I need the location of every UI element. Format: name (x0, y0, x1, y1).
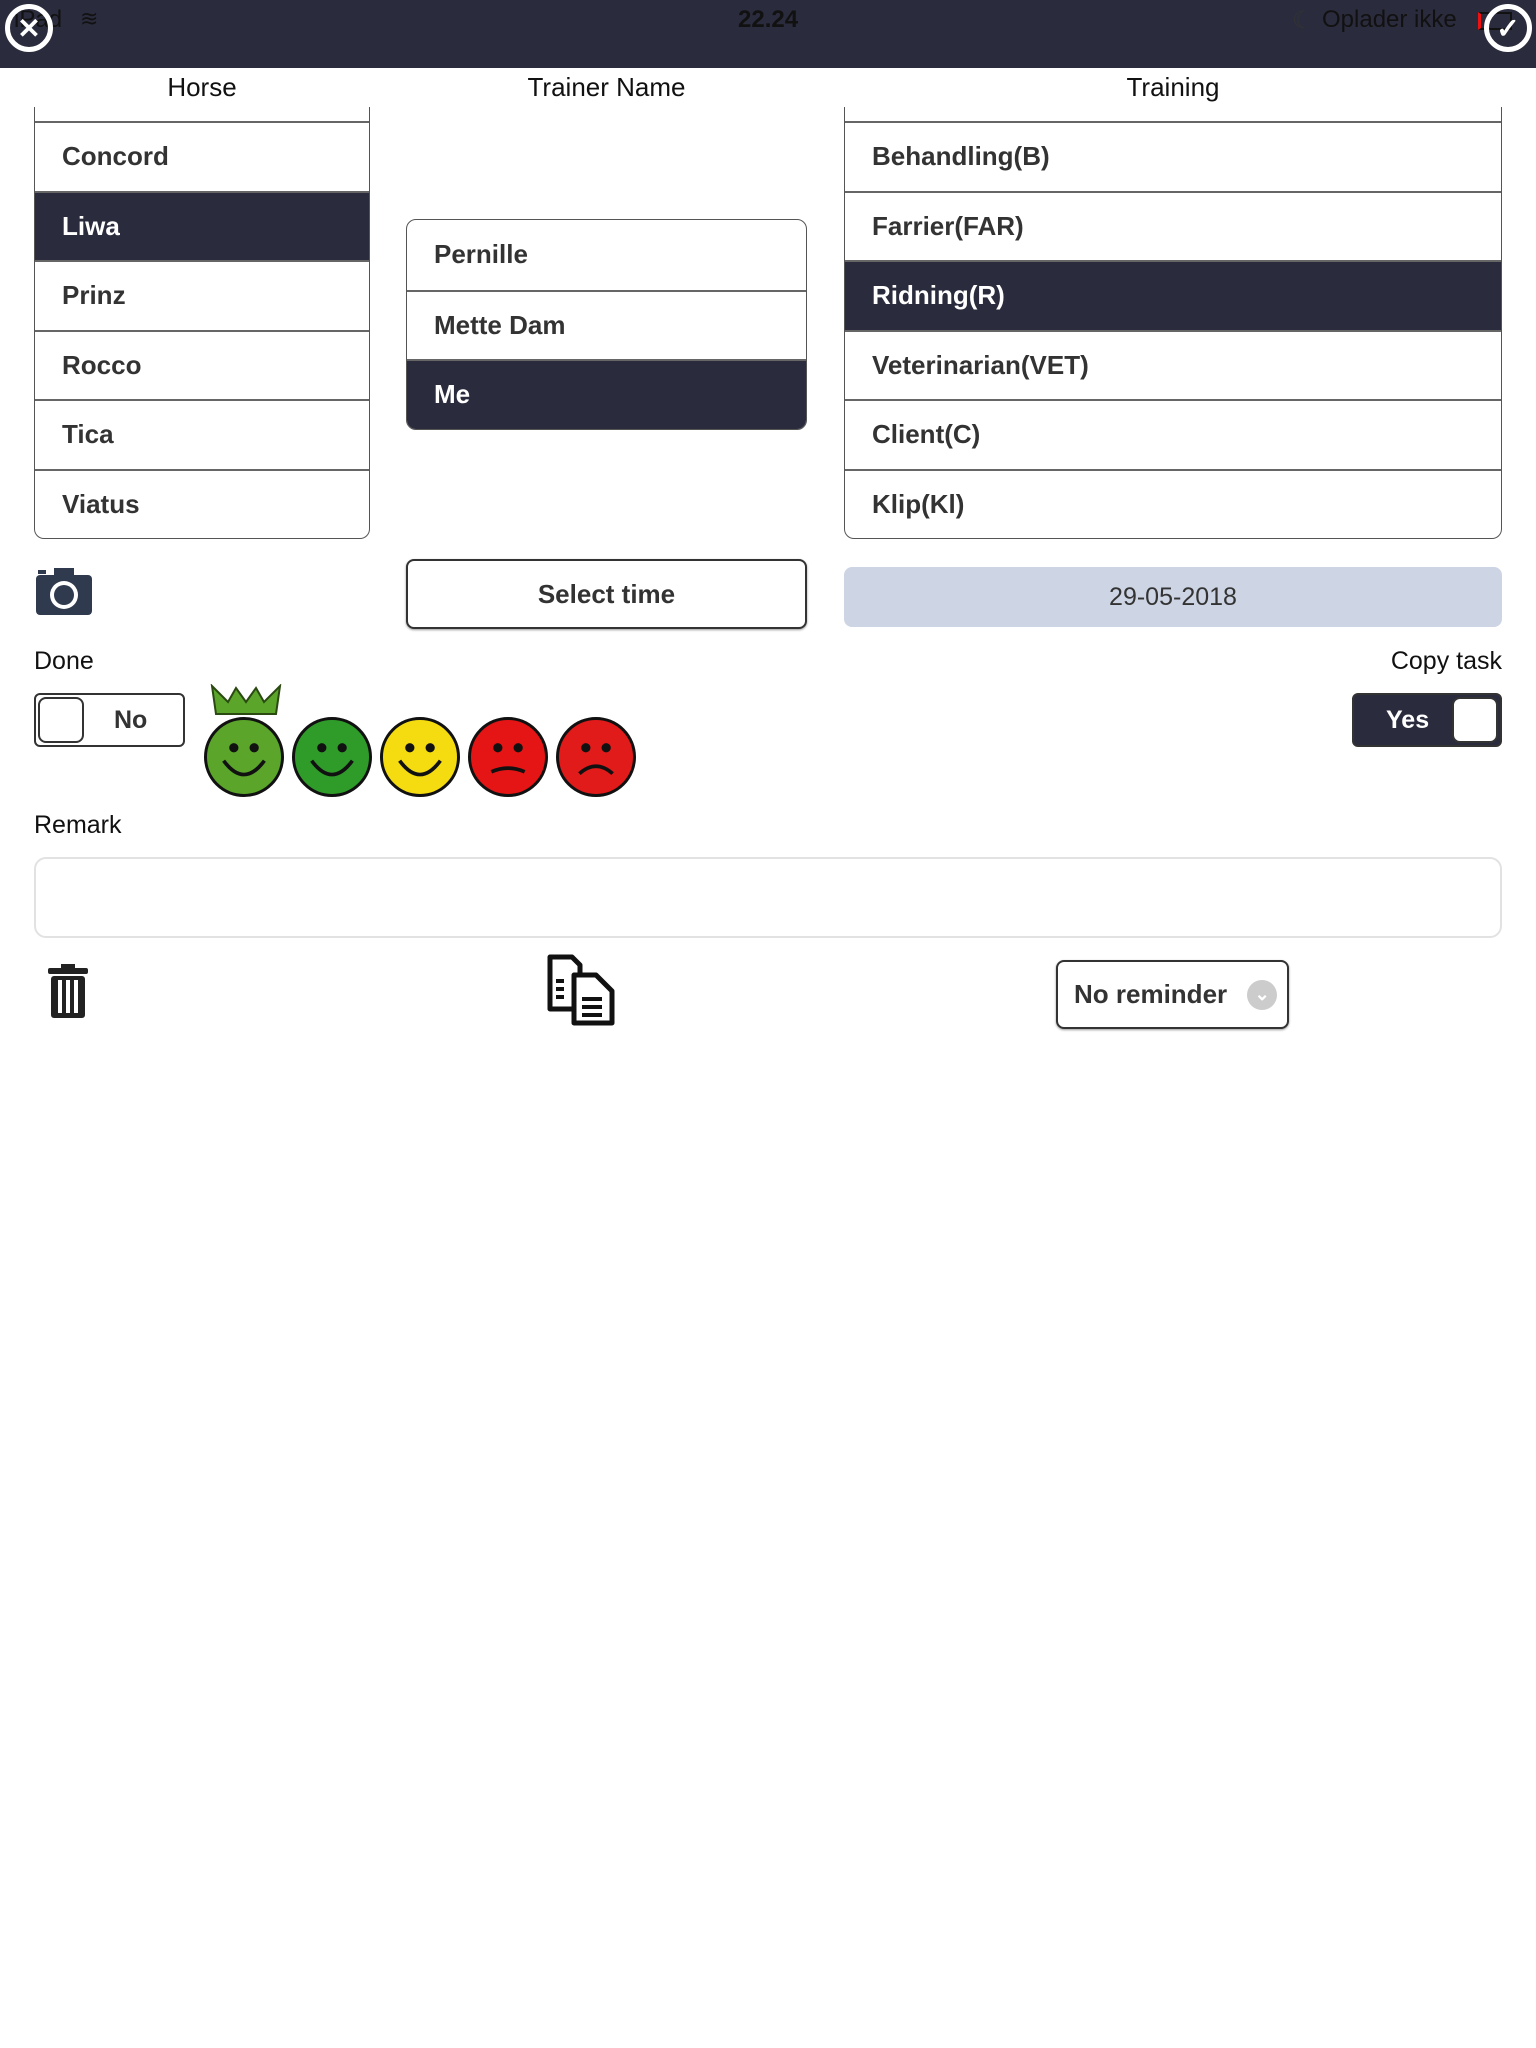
training-item[interactable]: Farrier(FAR) (845, 190, 1501, 261)
rating-selector[interactable] (204, 717, 636, 797)
toggle-knob (1452, 697, 1498, 743)
horse-item[interactable]: Tica (35, 399, 369, 469)
trainer-item[interactable]: Pernille (407, 220, 806, 290)
trainer-header: Trainer Name (527, 72, 686, 102)
horse-item[interactable]: Rocco (35, 329, 369, 400)
horse-item[interactable]: Concord (35, 121, 369, 191)
trainer-item[interactable]: Mette Dam (407, 289, 806, 360)
copy-task-value: Yes (1386, 705, 1430, 734)
training-item[interactable]: Veterinarian(VET) (845, 329, 1501, 400)
smiley-sad-icon[interactable] (468, 717, 548, 797)
remark-label: Remark (34, 811, 122, 839)
horse-item[interactable]: Liwa (35, 190, 369, 260)
smiley-happy-icon[interactable] (292, 717, 372, 797)
training-item[interactable]: Behandling(B) (845, 121, 1501, 191)
status-bar: iPad ≋ 22.24 ☾ Oplader ikke ✕ ✓ (0, 0, 1536, 68)
horse-item[interactable]: Prinz (35, 260, 369, 330)
camera-button[interactable] (34, 565, 94, 617)
moon-icon: ☾ (1292, 7, 1314, 34)
smiley-very-happy-crowned-icon[interactable] (204, 717, 284, 797)
copy-task-toggle[interactable]: Yes (1352, 693, 1502, 747)
done-value: No (114, 705, 148, 734)
horse-list[interactable]: Concord Liwa Prinz Rocco Tica Viatus (34, 107, 370, 539)
crown-icon (210, 684, 282, 715)
close-button[interactable]: ✕ (5, 4, 53, 52)
reminder-dropdown[interactable]: No reminder ⌄ (1056, 960, 1289, 1029)
select-time-button[interactable]: Select time (406, 559, 807, 629)
smiley-very-sad-icon[interactable] (556, 717, 636, 797)
delete-button[interactable] (47, 964, 89, 1024)
check-icon: ✓ (1496, 12, 1520, 44)
training-item[interactable]: Klip(Kl) (845, 468, 1501, 539)
done-toggle[interactable]: No (34, 693, 185, 747)
chevron-down-icon: ⌄ (1247, 979, 1278, 1010)
date-field[interactable]: 29-05-2018 (844, 567, 1502, 627)
trainer-item[interactable]: Me (407, 359, 806, 429)
camera-icon (36, 568, 92, 615)
done-label: Done (34, 647, 94, 675)
copy-task-label: Copy task (1390, 647, 1502, 675)
wifi-icon: ≋ (80, 6, 99, 31)
copy-icon (547, 954, 615, 1026)
confirm-button[interactable]: ✓ (1484, 4, 1532, 52)
training-list[interactable]: Behandling(B) Farrier(FAR) Ridning(R) Veter… (844, 107, 1502, 539)
training-item[interactable]: Ridning(R) (845, 260, 1501, 330)
close-icon: ✕ (17, 12, 41, 44)
training-item[interactable]: Client(C) (845, 399, 1501, 469)
remark-input[interactable] (34, 857, 1502, 938)
smiley-neutral-icon[interactable] (380, 717, 460, 797)
copy-button[interactable] (546, 953, 620, 1032)
toggle-knob (38, 697, 84, 743)
trainer-list[interactable]: Pernille Mette Dam Me (406, 219, 807, 430)
battery-text: Oplader ikke (1322, 6, 1457, 33)
horse-header: Horse (167, 72, 237, 102)
horse-item[interactable]: Viatus (35, 468, 369, 539)
clock: 22.24 (738, 6, 799, 33)
reminder-value: No reminder (1074, 979, 1228, 1009)
trash-icon (48, 964, 88, 1018)
training-header: Training (1126, 72, 1220, 102)
